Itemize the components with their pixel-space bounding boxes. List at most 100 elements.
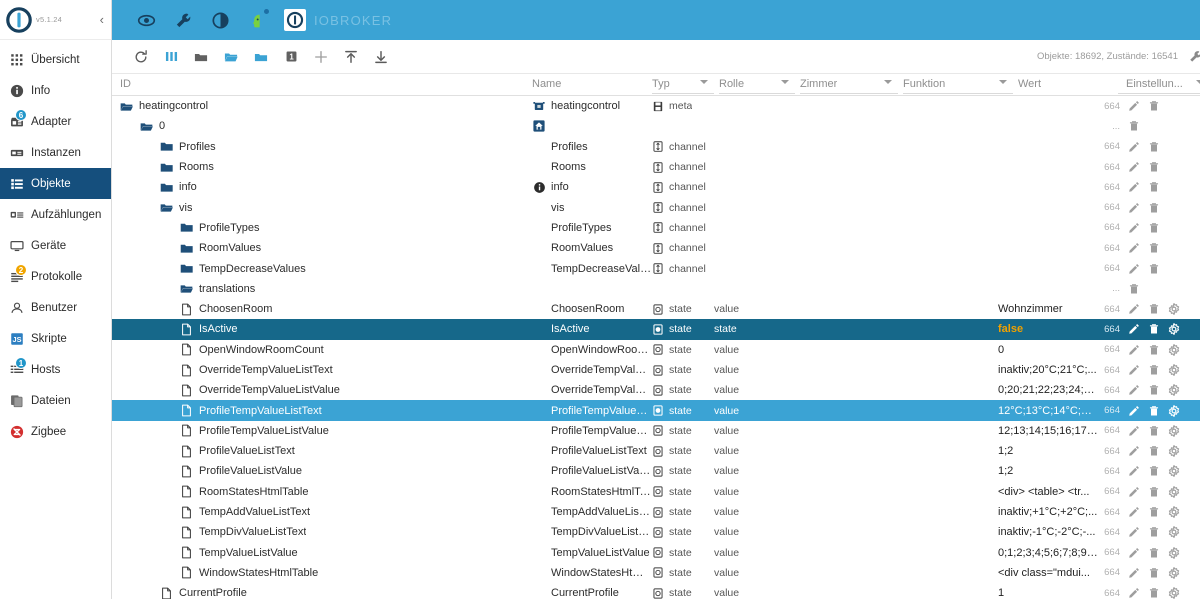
import-upload-icon[interactable] (336, 42, 366, 72)
chevron-down-icon[interactable] (884, 80, 892, 84)
cell-id[interactable]: CurrentProfile (112, 583, 532, 599)
table-row[interactable]: 0... (112, 116, 1200, 136)
cell-id[interactable]: heatingcontrol (112, 96, 532, 116)
table-row[interactable]: ProfileTempValueListText ProfileTempValue… (112, 400, 1200, 421)
sidebar-item-skripte[interactable]: JS Skripte (0, 323, 111, 354)
chevron-down-icon[interactable] (700, 80, 708, 84)
delete-icon[interactable] (1147, 140, 1160, 153)
cell-value[interactable]: 1 (998, 583, 1098, 599)
cell-id[interactable]: ProfileValueListText (112, 441, 532, 461)
file-icon[interactable] (180, 404, 193, 417)
delete-icon[interactable] (1147, 465, 1160, 478)
cell-id[interactable]: OverrideTempValueListText (112, 360, 532, 380)
table-row[interactable]: translations... (112, 279, 1200, 299)
edit-icon[interactable] (1127, 201, 1140, 214)
chevron-down-icon[interactable] (1196, 80, 1200, 84)
delete-icon[interactable] (1147, 546, 1160, 559)
settings-icon[interactable] (1167, 303, 1180, 316)
cell-id[interactable]: RoomValues (112, 238, 532, 258)
add-object-plus-icon[interactable] (306, 42, 336, 72)
cell-value[interactable]: 1;2 (998, 441, 1098, 461)
delete-icon[interactable] (1147, 566, 1160, 579)
folder-icon[interactable] (160, 161, 173, 174)
edit-icon[interactable] (1127, 566, 1140, 579)
settings-icon[interactable] (1167, 465, 1180, 478)
edit-icon[interactable] (1127, 587, 1140, 599)
sidebar-item-info[interactable]: Info (0, 75, 111, 106)
cell-id[interactable]: TempAddValueListText (112, 502, 532, 522)
delete-icon[interactable] (1147, 526, 1160, 539)
folder-open-icon[interactable] (120, 100, 133, 113)
folder-icon[interactable] (180, 262, 193, 275)
folder-icon[interactable] (180, 242, 193, 255)
cell-value[interactable] (998, 258, 1098, 278)
edit-icon[interactable] (1127, 424, 1140, 437)
table-row[interactable]: TempValueListValue TempValueListValue stat… (112, 543, 1200, 563)
column-header-einstellungen[interactable]: Einstellun... (1118, 74, 1200, 94)
cell-value[interactable]: inaktiv;20°C;21°C;... (998, 360, 1098, 380)
column-header-zimmer[interactable]: Zimmer (800, 74, 898, 94)
delete-icon[interactable] (1147, 161, 1160, 174)
file-icon[interactable] (180, 384, 193, 397)
settings-icon[interactable] (1167, 404, 1180, 417)
file-icon[interactable] (180, 364, 193, 377)
file-icon[interactable] (180, 343, 193, 356)
cell-value[interactable] (998, 177, 1098, 197)
folder-open-icon[interactable] (180, 282, 193, 295)
settings-icon[interactable] (1167, 343, 1180, 356)
delete-icon[interactable] (1147, 201, 1160, 214)
table-row[interactable]: IsActive IsActive state state false 664 (112, 319, 1200, 340)
file-icon[interactable] (180, 445, 193, 458)
edit-icon[interactable] (1127, 161, 1140, 174)
file-icon[interactable] (180, 424, 193, 437)
delete-icon[interactable] (1147, 404, 1160, 417)
cell-value[interactable] (998, 238, 1098, 258)
file-icon[interactable] (180, 506, 193, 519)
cell-value[interactable]: false (998, 319, 1098, 339)
expand-level-folder-filled-icon[interactable] (246, 42, 276, 72)
cell-id[interactable]: ProfileValueListValue (112, 461, 532, 481)
sidebar-item-aufz-hlungen[interactable]: Aufzählungen (0, 199, 111, 230)
cell-value[interactable]: 0 (998, 340, 1098, 360)
chevron-down-icon[interactable] (999, 80, 1007, 84)
refresh-button[interactable] (126, 42, 156, 72)
edit-icon[interactable] (1127, 242, 1140, 255)
table-row[interactable]: TempDivValueListText TempDivValueListText… (112, 522, 1200, 542)
column-header-funktion[interactable]: Funktion (903, 74, 1013, 94)
table-row[interactable]: OverrideTempValueListText OverrideTempVal… (112, 360, 1200, 380)
settings-icon[interactable] (1167, 364, 1180, 377)
cell-value[interactable] (998, 116, 1098, 136)
chevron-down-icon[interactable] (781, 80, 789, 84)
edit-icon[interactable] (1127, 323, 1140, 336)
edit-icon[interactable] (1127, 100, 1140, 113)
table-settings-wrench-icon[interactable] (1185, 47, 1200, 67)
table-row[interactable]: ProfileTempValueListValue ProfileTempValu… (112, 421, 1200, 441)
cell-id[interactable]: Profiles (112, 137, 532, 157)
file-icon[interactable] (160, 587, 173, 599)
sidebar-item-objekte[interactable]: Objekte (0, 168, 111, 199)
settings-icon[interactable] (1167, 506, 1180, 519)
settings-icon[interactable] (1167, 566, 1180, 579)
cell-id[interactable]: ProfileTempValueListText (112, 400, 532, 420)
delete-icon[interactable] (1147, 343, 1160, 356)
edit-icon[interactable] (1127, 364, 1140, 377)
delete-icon[interactable] (1147, 424, 1160, 437)
file-icon[interactable] (180, 526, 193, 539)
sidebar-item-dateien[interactable]: Dateien (0, 385, 111, 416)
sidebar-item-hosts[interactable]: 1 Hosts (0, 354, 111, 385)
edit-icon[interactable] (1127, 485, 1140, 498)
cell-id[interactable]: RoomStatesHtmlTable (112, 482, 532, 502)
settings-icon[interactable] (1167, 587, 1180, 599)
column-header-rolle[interactable]: Rolle (719, 74, 795, 94)
edit-icon[interactable] (1127, 546, 1140, 559)
file-icon[interactable] (180, 485, 193, 498)
edit-icon[interactable] (1127, 262, 1140, 275)
table-row[interactable]: ChoosenRoom ChoosenRoom state value Wohnzimm… (112, 299, 1200, 319)
table-row[interactable]: ProfileTypes ProfileTypes channel 664 (112, 218, 1200, 238)
cell-id[interactable]: 0 (112, 116, 532, 136)
sidebar-item-benutzer[interactable]: Benutzer (0, 292, 111, 323)
sidebar-item-instanzen[interactable]: Instanzen (0, 137, 111, 168)
table-row[interactable]: TempAddValueListText TempAddValueListText… (112, 502, 1200, 522)
file-icon[interactable] (180, 465, 193, 478)
collapse-all-folder-icon[interactable] (186, 42, 216, 72)
